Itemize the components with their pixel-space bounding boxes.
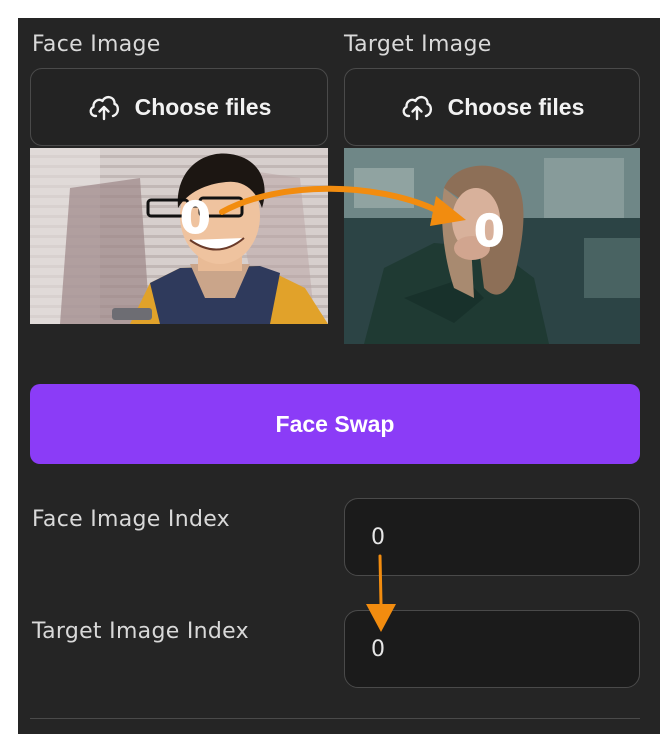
target-choose-files-button[interactable]: Choose files (344, 68, 640, 146)
face-overlay-index: 0 (180, 193, 212, 245)
face-image-preview[interactable] (30, 148, 328, 324)
face-choose-files-label: Choose files (134, 93, 272, 120)
face-image-index-label: Face Image Index (32, 507, 230, 532)
face-swap-button[interactable]: Face Swap (30, 384, 640, 464)
target-image-index-label: Target Image Index (32, 619, 249, 644)
section-divider (30, 718, 640, 719)
face-image-label: Face Image (32, 32, 161, 57)
face-image-index-input[interactable] (344, 498, 640, 576)
target-overlay-index: 0 (474, 206, 506, 258)
face-choose-files-button[interactable]: Choose files (30, 68, 328, 146)
target-choose-files-label: Choose files (447, 93, 585, 120)
cloud-upload-icon (400, 92, 434, 122)
target-image-label: Target Image (344, 32, 492, 57)
target-image-index-input[interactable] (344, 610, 640, 688)
cloud-upload-icon (87, 92, 121, 122)
